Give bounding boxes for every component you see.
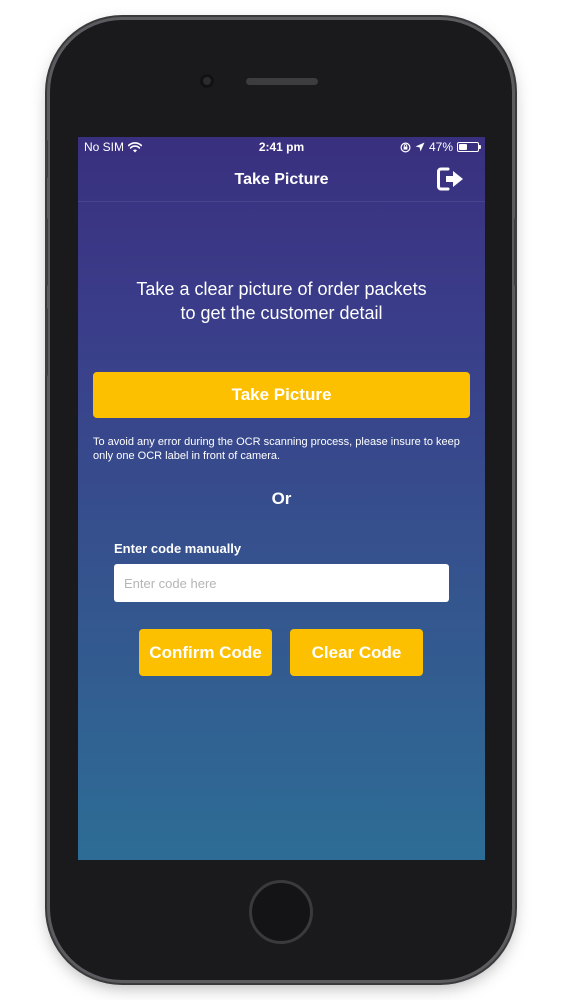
- page: No SIM 2:41 pm 47% Take Picture Take a c…: [0, 0, 563, 1000]
- home-button[interactable]: [249, 880, 313, 944]
- manual-code-label: Enter code manually: [114, 541, 242, 556]
- battery-tip: [479, 145, 481, 149]
- mute-switch: [45, 140, 48, 178]
- take-picture-button[interactable]: Take Picture: [93, 372, 470, 418]
- battery-icon: [457, 142, 481, 152]
- or-divider-label: Or: [271, 489, 292, 508]
- confirm-code-button[interactable]: Confirm Code: [139, 629, 272, 676]
- logout-icon: [437, 167, 463, 191]
- battery-fill: [459, 144, 468, 150]
- code-input[interactable]: [114, 564, 449, 602]
- app-screen: No SIM 2:41 pm 47% Take Picture Take a c…: [78, 137, 485, 860]
- nav-title: Take Picture: [234, 171, 329, 188]
- power-button: [514, 218, 517, 286]
- logout-button[interactable]: [437, 167, 465, 191]
- instruction-headline: Take a clear picture of order packets to…: [98, 277, 465, 325]
- volume-down-button: [45, 308, 48, 376]
- volume-up-button: [45, 218, 48, 286]
- earpiece-speaker: [246, 78, 318, 85]
- location-arrow-icon: [415, 142, 425, 152]
- status-bar: No SIM 2:41 pm 47%: [78, 137, 485, 157]
- headline-line-2: to get the customer detail: [180, 303, 383, 323]
- battery-percent: 47%: [428, 140, 453, 154]
- ocr-note: To avoid any error during the OCR scanni…: [93, 436, 460, 462]
- status-right: 47%: [400, 140, 481, 154]
- headline-line-1: Take a clear picture of order packets: [136, 279, 427, 299]
- clear-code-button[interactable]: Clear Code: [290, 629, 423, 676]
- orientation-lock-icon: [400, 141, 411, 153]
- navigation-bar: Take Picture: [78, 157, 485, 202]
- front-camera-icon: [200, 74, 214, 88]
